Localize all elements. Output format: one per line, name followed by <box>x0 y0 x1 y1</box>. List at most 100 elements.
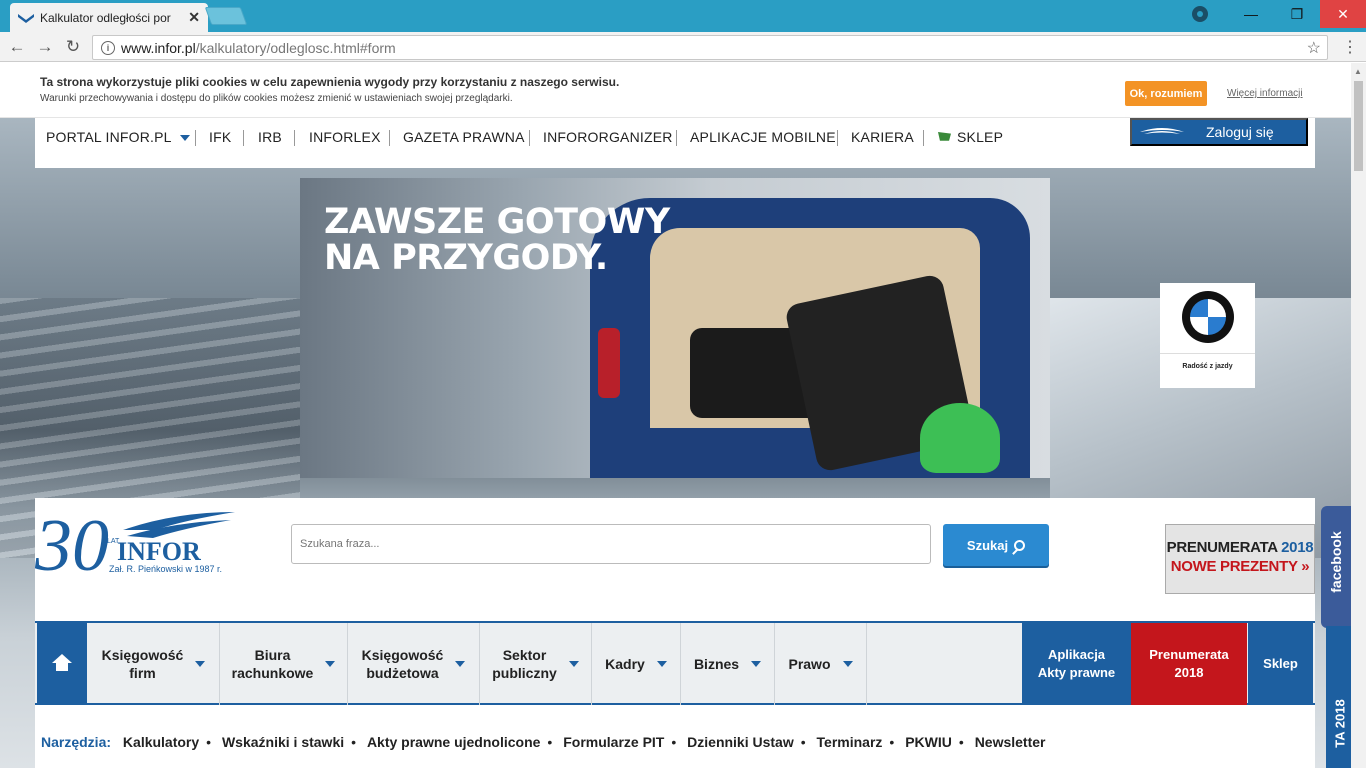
tools-link-dzienniki-ustaw[interactable]: Dzienniki Ustaw <box>687 734 794 750</box>
bmw-brand-box[interactable]: Radość z jazdy <box>1160 283 1255 388</box>
home-button[interactable] <box>37 623 87 705</box>
tools-link-pkwiu[interactable]: PKWIU <box>905 734 952 750</box>
tools-link-formularze-pit[interactable]: Formularze PIT <box>563 734 664 750</box>
reload-icon[interactable]: ↻ <box>62 36 84 58</box>
sklep-link[interactable]: Sklep <box>1248 623 1313 705</box>
portal-nav-sklep[interactable]: SKLEP <box>938 129 1003 145</box>
bmw-logo-icon <box>1182 291 1234 343</box>
portal-nav-irb[interactable]: IRB <box>258 129 282 145</box>
ad-taillight <box>598 328 620 398</box>
cookie-title: Ta strona wykorzystuje pliki cookies w c… <box>40 75 620 89</box>
portal-nav-ifk[interactable]: IFK <box>209 129 231 145</box>
tools-link-kalkulatory[interactable]: Kalkulatory <box>123 734 199 750</box>
category-label-line1: Księgowość <box>361 647 444 663</box>
minimize-button[interactable]: — <box>1228 0 1274 28</box>
url-text: www.infor.pl/kalkulatory/odleglosc.html#… <box>121 40 396 56</box>
bullet: • <box>800 734 806 750</box>
category-biura-rachunkowe[interactable]: Biura rachunkowe <box>220 623 348 705</box>
ad-banner[interactable]: ZAWSZE GOTOWY NA PRZYGODY. <box>300 178 1050 478</box>
tab-title: Kalkulator odległości por <box>40 10 171 25</box>
page-viewport: Ta strona wykorzystuje pliki cookies w c… <box>0 63 1351 768</box>
new-tab-button[interactable] <box>204 7 248 25</box>
tab-close-icon[interactable]: ✕ <box>188 9 200 26</box>
cookie-subtitle: Warunki przechowywania i dostępu do plik… <box>40 93 513 104</box>
address-bar[interactable]: i www.infor.pl/kalkulatory/odleglosc.htm… <box>92 35 1328 60</box>
category-label: Biznes <box>693 656 740 672</box>
nav-divider <box>837 130 838 146</box>
bmw-logo-inner <box>1190 299 1226 335</box>
browser-tab-strip: Kalkulator odległości por ✕ — ❐ ✕ <box>0 0 1366 32</box>
category-biznes[interactable]: Biznes <box>681 623 775 705</box>
browser-tab-active[interactable]: Kalkulator odległości por ✕ <box>10 3 208 32</box>
back-arrow-icon[interactable]: ← <box>6 36 28 58</box>
scroll-thumb[interactable] <box>1354 81 1363 171</box>
promo-year: 2018 <box>1281 539 1314 556</box>
login-button[interactable]: Zaloguj się <box>1130 118 1308 146</box>
category-kadry[interactable]: Kadry <box>592 623 681 705</box>
tools-bar: Narzędzia: Kalkulatory • Wskaźniki i staw… <box>41 734 1046 750</box>
category-label-line2: firm <box>129 665 156 681</box>
portal-nav-inforlex[interactable]: INFORLEX <box>309 129 381 145</box>
portal-nav-kariera[interactable]: KARIERA <box>851 129 914 145</box>
nav-divider <box>243 130 244 146</box>
logo-number: 30 <box>35 505 109 587</box>
infor-30-logo[interactable]: 30 LAT INFOR Zał. R. Pieńkowski w 1987 r… <box>35 498 245 588</box>
search-button-label: Szukaj <box>966 537 1009 553</box>
nav-divider <box>389 130 390 146</box>
portal-nav-gazeta-prawna[interactable]: GAZETA PRAWNA <box>403 129 525 145</box>
category-prawo[interactable]: Prawo <box>775 623 867 705</box>
scroll-up-arrow-icon[interactable]: ▲ <box>1354 67 1362 76</box>
promo-side-tab[interactable]: TA 2018 <box>1326 626 1351 768</box>
category-ksiegowosc-firm[interactable]: Księgowość firm <box>88 623 220 705</box>
category-label-line1: Księgowość <box>101 647 184 663</box>
category-label: Biura rachunkowe <box>232 646 314 682</box>
url-host: www.infor.pl <box>121 39 196 56</box>
page-scrollbar[interactable]: ▲ <box>1351 63 1366 768</box>
login-label: Zaloguj się <box>1206 124 1274 140</box>
forward-arrow-icon[interactable]: → <box>34 36 56 58</box>
facebook-side-tab[interactable]: facebook <box>1321 506 1351 628</box>
subscription-promo-banner[interactable]: PRENUMERATA 2018 NOWE PREZENTY » <box>1165 524 1315 594</box>
browser-menu-icon[interactable]: ⋮ <box>1342 37 1358 57</box>
cookie-bar: Ta strona wykorzystuje pliki cookies w c… <box>0 63 1351 118</box>
site-header: 30 LAT INFOR Zał. R. Pieńkowski w 1987 r… <box>35 498 1315 768</box>
tools-link-akty-prawne[interactable]: Akty prawne ujednolicone <box>367 734 540 750</box>
promo-side-tab-label: TA 2018 <box>1332 699 1348 748</box>
prenumerata-2018-link[interactable]: Prenumerata 2018 <box>1131 623 1247 705</box>
side-link-line2: 2018 <box>1174 665 1204 680</box>
side-link-line2: Akty prawne <box>1037 665 1116 680</box>
ad-headline-line1: ZAWSZE GOTOWY <box>324 202 670 242</box>
infor-favicon-icon <box>18 10 34 26</box>
search-input[interactable] <box>291 524 931 564</box>
tools-link-newsletter[interactable]: Newsletter <box>975 734 1046 750</box>
category-label: Kadry <box>605 656 645 672</box>
wing-logo-icon <box>1140 128 1184 134</box>
portal-nav-portal[interactable]: PORTAL INFOR.PL <box>46 129 190 145</box>
category-sektor-publiczny[interactable]: Sektor publiczny <box>480 623 592 705</box>
cookie-more-link[interactable]: Więcej informacji <box>1227 88 1303 99</box>
category-label: Sektor publiczny <box>492 646 557 682</box>
tools-link-wskazniki[interactable]: Wskaźniki i stawki <box>222 734 344 750</box>
tools-link-terminarz[interactable]: Terminarz <box>817 734 883 750</box>
nav-divider <box>923 130 924 146</box>
search-button[interactable]: Szukaj <box>943 524 1049 566</box>
browser-toolbar: ← → ↻ i www.infor.pl/kalkulatory/odleglo… <box>0 32 1366 62</box>
profile-icon[interactable] <box>1192 6 1208 22</box>
tools-label: Narzędzia: <box>41 734 112 750</box>
portal-nav: PORTAL INFOR.PL IFK IRB INFORLEX GAZETA … <box>35 118 1315 168</box>
nav-divider <box>529 130 530 146</box>
category-nav: Księgowość firm Biura rachunkowe Księgowoś… <box>35 621 1315 705</box>
bookmark-star-icon[interactable]: ☆ <box>1307 38 1321 58</box>
category-label: Księgowość firm <box>102 646 184 682</box>
portal-nav-inPORTorganizer[interactable]: INFORORGANIZER <box>543 129 673 145</box>
portal-nav-aplikacje-mobilne[interactable]: APLIKACJE MOBILNE <box>690 129 836 145</box>
nav-divider <box>195 130 196 146</box>
category-ksiegowosc-budzetowa[interactable]: Księgowość budżetowa <box>348 623 480 705</box>
chevron-down-icon <box>179 135 190 142</box>
close-window-button[interactable]: ✕ <box>1320 0 1366 28</box>
restore-button[interactable]: ❐ <box>1274 0 1320 28</box>
cookie-accept-button[interactable]: Ok, rozumiem <box>1125 81 1207 106</box>
aplikacja-akty-prawne-link[interactable]: Aplikacja Akty prawne <box>1022 623 1131 705</box>
url-path: /kalkulatory/odleglosc.html#form <box>195 39 396 56</box>
site-info-icon[interactable]: i <box>101 40 115 55</box>
